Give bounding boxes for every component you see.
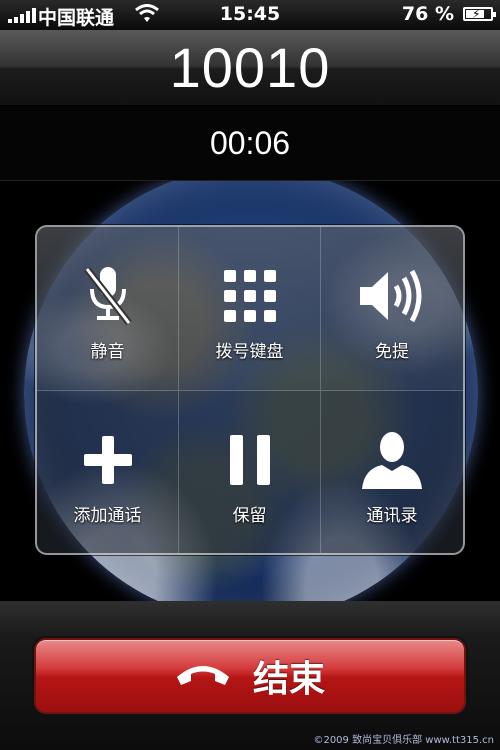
- mute-label: 静音: [90, 342, 125, 362]
- caller-number: 10010: [169, 36, 331, 99]
- keypad-icon: [223, 265, 276, 327]
- speaker-icon: [358, 265, 426, 327]
- battery-icon: ⚡: [463, 7, 496, 21]
- add-call-button[interactable]: 添加通话: [37, 391, 179, 553]
- keypad-button[interactable]: 拨号键盘: [179, 227, 321, 391]
- contacts-button[interactable]: 通讯录: [321, 391, 463, 553]
- in-call-controls: 静音 拨号键盘 免提 添加通话 保留 通讯录: [35, 225, 465, 555]
- plus-icon: [82, 429, 134, 491]
- keypad-label: 拨号键盘: [215, 342, 284, 362]
- add-call-label: 添加通话: [73, 506, 142, 526]
- battery-percent: 76 %: [401, 3, 454, 25]
- call-timer-bar: 00:06: [0, 106, 500, 181]
- speaker-button[interactable]: 免提: [321, 227, 463, 391]
- hang-up-icon: [175, 661, 231, 691]
- end-call-button[interactable]: 结束: [34, 638, 466, 714]
- mute-icon: [83, 265, 133, 327]
- mute-button[interactable]: 静音: [37, 227, 179, 391]
- hold-button[interactable]: 保留: [179, 391, 321, 553]
- end-call-label: 结束: [252, 659, 325, 700]
- contacts-label: 通讯录: [366, 506, 418, 526]
- status-bar: 中国联通 15:45 76 % ⚡: [0, 0, 500, 30]
- hold-label: 保留: [232, 506, 267, 526]
- pause-icon: [228, 429, 272, 491]
- contact-icon: [360, 429, 424, 491]
- call-header: 10010: [0, 30, 500, 106]
- call-duration: 00:06: [209, 125, 291, 161]
- speaker-label: 免提: [375, 342, 409, 362]
- watermark-text: ©2009 致尚宝贝俱乐部 www.tt315.cn: [313, 735, 494, 746]
